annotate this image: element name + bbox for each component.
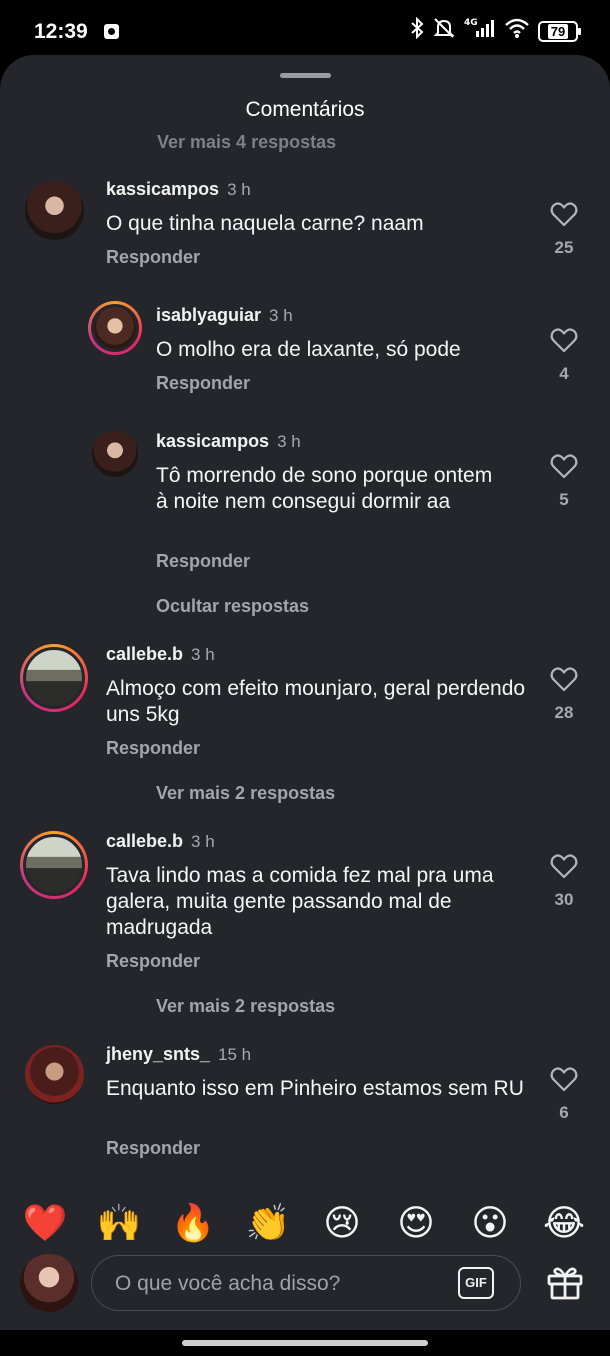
comment-username[interactable]: isablyaguiar (156, 305, 261, 326)
like-button[interactable] (549, 1066, 579, 1092)
wifi-icon (504, 17, 530, 45)
comment-username[interactable]: callebe.b (106, 644, 183, 665)
heart-icon (550, 667, 578, 692)
4g-signal-icon: 4G (464, 17, 496, 45)
view-more-replies-link[interactable]: Ver mais 2 respostas (156, 996, 335, 1017)
emoji-surprised-button[interactable]: 😮 (467, 1200, 513, 1246)
comment-username[interactable]: jheny_snts_ (106, 1044, 210, 1065)
avatar[interactable] (88, 301, 142, 355)
heart-icon (550, 854, 578, 879)
avatar[interactable] (20, 644, 88, 712)
like-count: 4 (559, 364, 569, 383)
mute-icon (432, 17, 456, 45)
reply-button[interactable]: Responder (106, 247, 200, 268)
like-button[interactable] (549, 666, 579, 692)
comment-time: 3 h (191, 645, 215, 664)
comment-time: 15 h (218, 1045, 252, 1064)
emoji-raised-hands-button[interactable]: 🙌 (96, 1200, 142, 1246)
battery-icon: 79 (538, 20, 581, 42)
comment-header: kassicampos 3 h (106, 179, 251, 200)
status-time: 12:39 (34, 20, 88, 43)
comment-header: kassicampos 3 h (156, 431, 301, 452)
emoji-heart-eyes-button[interactable]: 😍 (393, 1200, 439, 1246)
comment-header: callebe.b 3 h (106, 831, 215, 852)
like-button[interactable] (549, 853, 579, 879)
comment-time: 3 h (227, 180, 251, 199)
system-nav-bar (0, 1330, 610, 1356)
comment-time: 3 h (277, 432, 301, 451)
comment-username[interactable]: kassicampos (156, 431, 269, 452)
comment-text: Tô morrendo de sono porque ontem à noite… (156, 464, 493, 513)
comment-header: isablyaguiar 3 h (156, 305, 293, 326)
sheet-title: Comentários (245, 98, 365, 121)
like-count: 25 (554, 238, 574, 257)
reply-button[interactable]: Responder (156, 551, 250, 572)
home-indicator[interactable] (182, 1340, 428, 1346)
comment-header: jheny_snts_ 15 h (106, 1044, 251, 1065)
like-count: 28 (554, 703, 574, 722)
comments-sheet: Comentários Ver mais 4 respostas kassica… (0, 55, 610, 1330)
avatar[interactable] (20, 831, 88, 899)
comment-time: 3 h (269, 306, 293, 325)
comment-input[interactable]: O que você acha disso? GIF (91, 1255, 521, 1311)
reply-button[interactable]: Responder (106, 1138, 200, 1159)
comment-text: Tava lindo mas a comida fez mal pra uma … (106, 864, 494, 939)
reply-button[interactable]: Responder (156, 373, 250, 394)
view-more-replies-link[interactable]: Ver mais 4 respostas (157, 132, 336, 153)
comment-username[interactable]: callebe.b (106, 831, 183, 852)
like-count: 6 (559, 1103, 569, 1122)
emoji-heart-button[interactable]: ❤️ (22, 1200, 68, 1246)
comment-text: O molho era de laxante, só pode (156, 338, 461, 361)
like-button[interactable] (549, 327, 579, 353)
comment-input-placeholder: O que você acha disso? (115, 1272, 341, 1295)
emoji-reaction-bar: ❤️ 🙌 🔥 👏 😢 😍 😮 😂 (0, 1200, 610, 1250)
comment-text: Enquanto isso em Pinheiro estamos sem RU (106, 1077, 524, 1100)
network-type-label: 4G (464, 18, 478, 28)
heart-icon (550, 1067, 578, 1092)
like-count: 5 (559, 490, 569, 509)
sheet-drag-handle[interactable] (280, 73, 331, 78)
status-bar: 12:39 4G 79 (0, 0, 610, 60)
emoji-crying-button[interactable]: 😢 (319, 1200, 365, 1246)
avatar[interactable] (25, 181, 84, 240)
app-notification-icon (104, 24, 119, 39)
comment-text: Almoço com efeito mounjaro, geral perden… (106, 677, 526, 726)
like-button[interactable] (549, 453, 579, 479)
my-avatar (20, 1254, 78, 1312)
reply-button[interactable]: Responder (106, 738, 200, 759)
comment-composer: O que você acha disso? GIF (0, 1253, 610, 1315)
comment-header: callebe.b 3 h (106, 644, 215, 665)
hide-replies-link[interactable]: Ocultar respostas (156, 596, 309, 617)
avatar[interactable] (25, 1045, 84, 1104)
status-icons: 4G 79 (410, 16, 581, 45)
comment-text: O que tinha naquela carne? naam (106, 212, 424, 235)
emoji-clap-button[interactable]: 👏 (245, 1200, 291, 1246)
like-count: 30 (554, 890, 574, 909)
battery-level: 79 (547, 23, 569, 39)
comment-username[interactable]: kassicampos (106, 179, 219, 200)
gif-button[interactable]: GIF (458, 1267, 494, 1299)
view-more-replies-link[interactable]: Ver mais 2 respostas (156, 783, 335, 804)
emoji-laughing-button[interactable]: 😂 (541, 1200, 587, 1246)
comment-time: 3 h (191, 832, 215, 851)
gift-icon[interactable] (545, 1262, 585, 1302)
reply-button[interactable]: Responder (106, 951, 200, 972)
bluetooth-icon (410, 16, 424, 45)
heart-icon (550, 328, 578, 353)
heart-icon (550, 202, 578, 227)
avatar[interactable] (92, 431, 138, 477)
like-button[interactable] (549, 201, 579, 227)
heart-icon (550, 454, 578, 479)
emoji-fire-button[interactable]: 🔥 (170, 1200, 216, 1246)
